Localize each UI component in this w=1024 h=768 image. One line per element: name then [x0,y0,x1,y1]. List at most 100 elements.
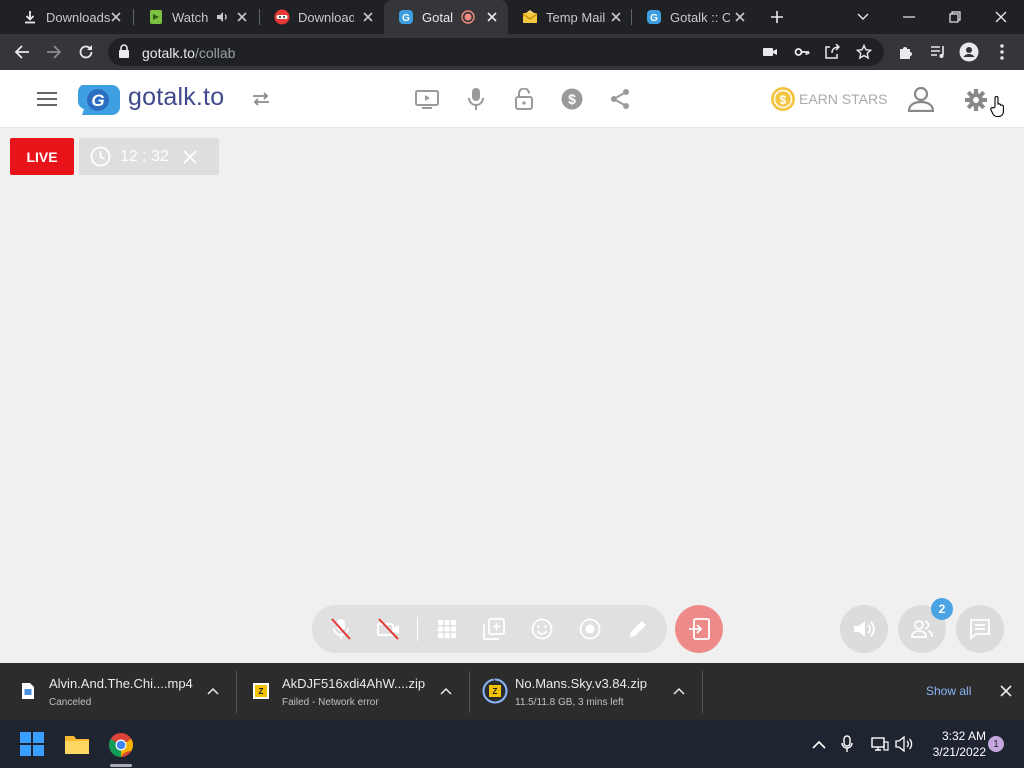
download-divider [702,671,703,713]
chevron-up-icon[interactable] [671,683,687,699]
clock-time[interactable]: 3:32 AM [930,729,986,743]
svg-text:G: G [402,13,410,24]
download-item[interactable]: Z No.Mans.Sky.v3.84.zip 11.5/11.8 GB, 3 … [470,663,702,720]
camera-off-icon[interactable] [377,617,401,641]
browser-toolbar: gotalk.to/collab [0,34,1024,70]
windows-taskbar: 3:32 AM 3/21/2022 [0,720,1024,768]
chevron-up-icon[interactable] [438,683,454,699]
gotalk-logo-icon: G [398,9,414,25]
close-window-icon[interactable] [978,0,1024,34]
download-item[interactable]: Alvin.And.The.Chi....mp4 Canceled [0,663,236,720]
back-arrow-icon[interactable] [10,40,34,64]
close-tab-icon[interactable] [108,9,124,25]
speaker-icon [853,619,875,639]
show-hidden-icons-chevron-icon[interactable] [810,735,828,753]
download-item[interactable]: Z AkDJF516xdi4AhW....zip Failed - Networ… [237,663,469,720]
close-tab-icon[interactable] [732,9,748,25]
hamburger-menu-icon[interactable] [36,89,58,109]
download-progress-ring-icon: Z [482,678,508,704]
profile-avatar-icon[interactable] [957,40,981,64]
share-icon[interactable] [608,87,632,111]
url-path: /collab [194,45,236,61]
svg-text:Z: Z [493,687,498,696]
leaf-icon [148,9,164,25]
gotalk-logo-icon[interactable]: G [76,83,122,117]
chevron-up-icon[interactable] [205,683,221,699]
new-tab-icon[interactable] [765,5,789,29]
show-all-downloads-link[interactable]: Show all [926,684,971,698]
live-badge: LIVE [10,138,74,175]
emoji-icon[interactable] [530,617,554,641]
tab-title: Temp Mail [546,9,606,25]
key-icon[interactable] [794,45,810,59]
timer-value: 12 : 32 [120,148,169,165]
file-explorer-icon[interactable] [64,732,90,756]
tab-temp-mail[interactable]: Temp Mail [508,0,632,34]
clock-date[interactable]: 3/21/2022 [920,745,986,759]
tab-watch[interactable]: Watch [134,0,258,34]
chrome-app-icon[interactable] [106,730,136,760]
logo-text[interactable]: gotalk.to [128,83,224,112]
svg-text:Z: Z [259,687,264,696]
url-text: gotalk.to/collab [142,45,235,61]
close-tab-icon[interactable] [484,9,500,25]
record-icon[interactable] [578,617,602,641]
forward-arrow-icon[interactable] [42,40,66,64]
browser-menu-icon[interactable] [990,40,1014,64]
hand-cursor-icon [988,93,1008,119]
microphone-icon[interactable] [465,86,487,112]
bookmark-star-icon[interactable] [856,44,872,60]
svg-text:G: G [650,13,658,24]
volume-button[interactable] [840,605,888,653]
dollar-coin-icon[interactable]: $ [560,87,584,111]
notification-count-badge[interactable]: 1 [988,736,1004,752]
media-control-icon[interactable] [926,40,950,64]
user-account-icon[interactable] [906,85,936,113]
tab-download[interactable]: Download [260,0,384,34]
microphone-tray-icon[interactable] [838,734,856,754]
settings-gear-icon[interactable] [963,87,989,113]
chat-button[interactable] [956,605,1004,653]
close-timer-icon[interactable] [183,150,197,164]
swap-arrows-icon[interactable] [250,90,272,108]
tab-search-chevron-icon[interactable] [840,0,886,34]
earn-stars-label[interactable]: EARN STARS [799,91,887,107]
tab-gotalk-active[interactable]: G Gotalk [384,0,508,34]
close-tab-icon[interactable] [360,9,376,25]
download-status: Failed - Network error [282,697,379,708]
lock-icon[interactable] [118,44,130,59]
clock-icon [90,146,111,167]
download-filename: No.Mans.Sky.v3.84.zip [515,676,647,691]
tab-title: Download [298,9,354,25]
tab-downloads[interactable]: Downloads [8,0,132,34]
extensions-puzzle-icon[interactable] [894,40,918,64]
share-page-icon[interactable] [824,44,840,60]
restore-icon[interactable] [932,0,978,34]
participants-icon [911,620,933,638]
video-file-icon [18,681,38,701]
svg-text:$: $ [568,91,576,107]
screen-share-icon[interactable] [415,87,439,111]
pencil-draw-icon[interactable] [626,617,650,641]
leave-call-button[interactable] [675,605,723,653]
close-shelf-icon[interactable] [998,683,1014,699]
windows-start-icon[interactable] [20,732,44,756]
volume-tray-icon[interactable] [894,734,914,754]
grid-view-icon[interactable] [435,617,459,641]
star-coin-icon: $ [770,86,796,112]
audio-playing-icon[interactable] [214,9,230,25]
reload-icon[interactable] [74,40,98,64]
close-tab-icon[interactable] [234,9,250,25]
network-icon[interactable] [870,734,890,754]
close-tab-icon[interactable] [608,9,624,25]
download-icon [22,9,38,25]
address-bar[interactable]: gotalk.to/collab [108,38,884,66]
add-media-icon[interactable] [482,617,506,641]
mic-muted-icon[interactable] [329,617,353,641]
minimize-icon[interactable] [886,0,932,34]
browser-tab-strip: Downloads Watch Download G Gotalk Temp M… [0,0,1024,34]
unlock-icon[interactable] [512,86,536,112]
tab-gotalk-op[interactable]: G Gotalk :: Op [632,0,756,34]
camera-indicator-icon[interactable] [762,45,778,59]
tab-title: Gotalk [422,9,454,25]
